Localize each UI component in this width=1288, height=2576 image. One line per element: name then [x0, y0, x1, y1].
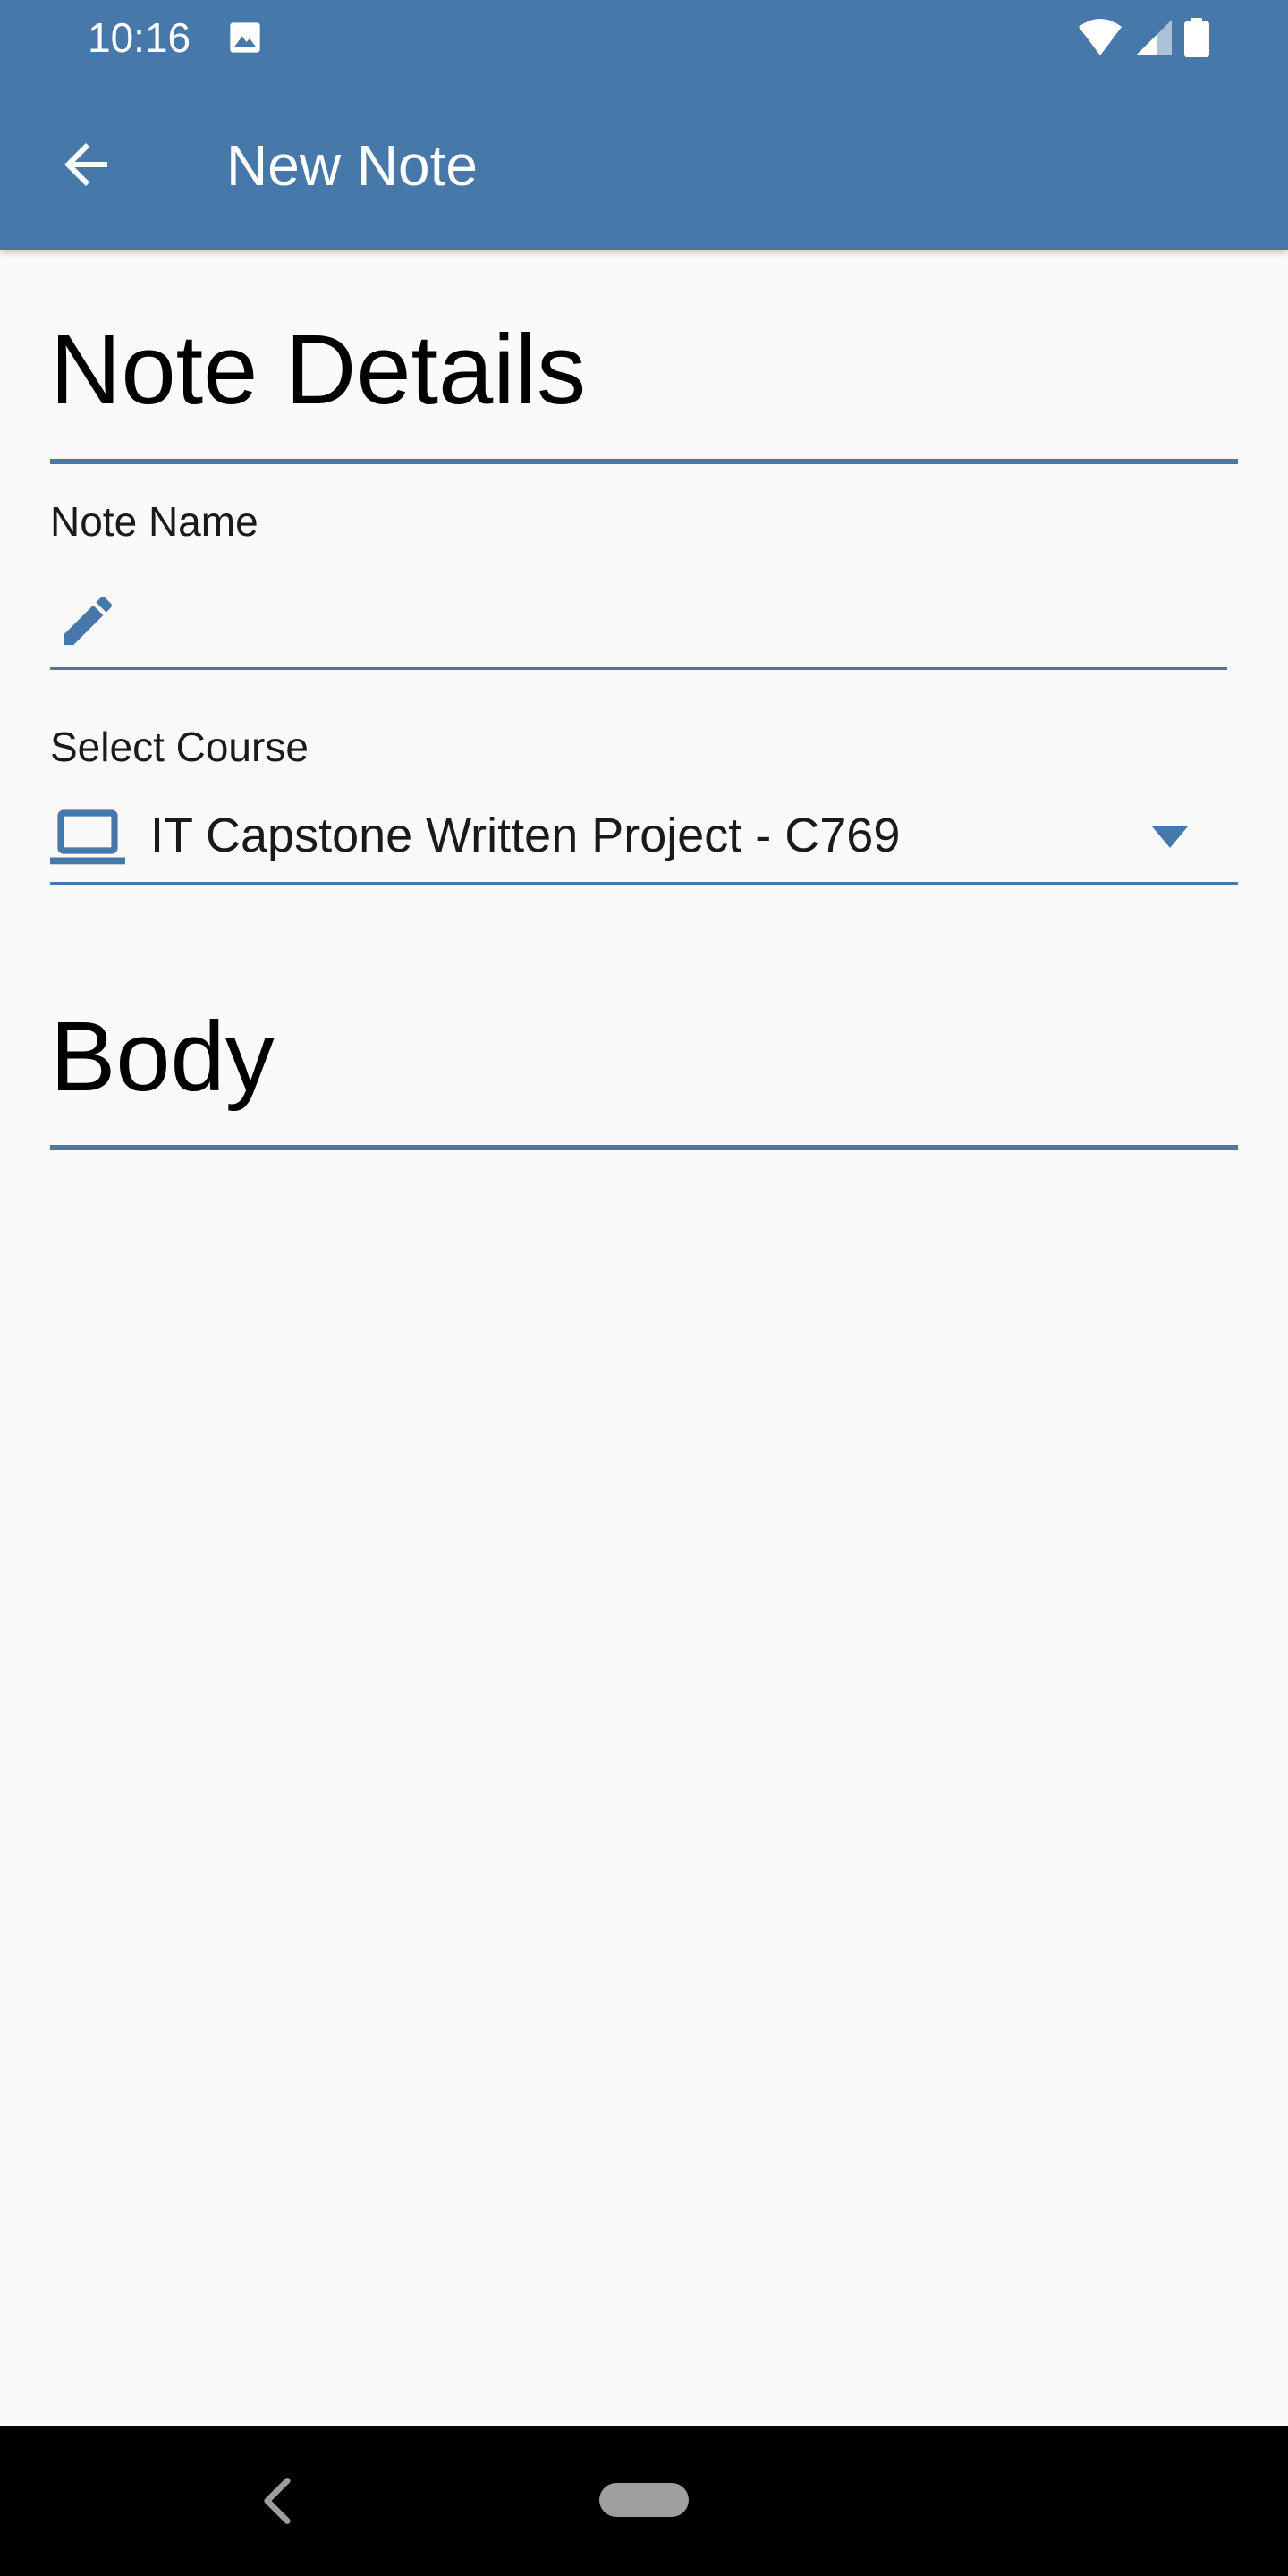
wifi-icon — [1079, 19, 1122, 55]
page-title: New Note — [226, 133, 478, 198]
cell-signal-icon — [1136, 20, 1172, 55]
note-details-divider — [50, 459, 1238, 464]
arrow-back-icon[interactable] — [54, 132, 118, 197]
laptop-icon — [50, 809, 125, 865]
pencil-icon — [64, 596, 113, 645]
note-name-input[interactable] — [140, 585, 1199, 658]
status-icons — [1077, 16, 1209, 59]
note-name-field[interactable] — [50, 572, 1227, 670]
course-selected-value: IT Capstone Written Project - C769 — [150, 809, 901, 862]
image-icon — [230, 22, 260, 53]
status-time: 10:16 — [88, 14, 191, 61]
note-name-label: Note Name — [50, 498, 258, 545]
select-course-label: Select Course — [50, 724, 309, 770]
system-nav-bar — [0, 2426, 1288, 2576]
body-heading: Body — [50, 1002, 275, 1112]
new-note-screen: 10:16 New Note Note Details Note Name Se… — [0, 0, 1288, 2576]
dropdown-arrow-icon[interactable] — [1152, 826, 1188, 848]
home-pill[interactable] — [599, 2483, 689, 2517]
note-details-heading: Note Details — [50, 315, 587, 425]
battery-icon — [1184, 18, 1209, 57]
course-select[interactable]: IT Capstone Written Project - C769 — [50, 787, 1238, 885]
app-bar: 10:16 New Note — [0, 0, 1288, 250]
body-divider — [50, 1145, 1238, 1150]
nav-back-icon[interactable] — [259, 2474, 295, 2528]
